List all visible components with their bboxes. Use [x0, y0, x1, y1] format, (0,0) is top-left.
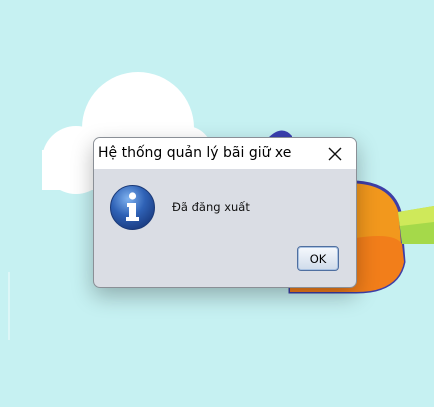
close-icon — [328, 147, 342, 160]
close-button[interactable] — [314, 138, 356, 169]
ok-button[interactable]: OK — [297, 246, 339, 271]
dialog-message: Đã đăng xuất — [172, 200, 250, 214]
message-dialog: Hệ thống quản lý bãi giữ xe Đã đăng xuất… — [93, 137, 357, 288]
dialog-title: Hệ thống quản lý bãi giữ xe — [98, 145, 292, 161]
info-icon — [110, 185, 155, 230]
dialog-titlebar: Hệ thống quản lý bãi giữ xe — [94, 138, 356, 169]
